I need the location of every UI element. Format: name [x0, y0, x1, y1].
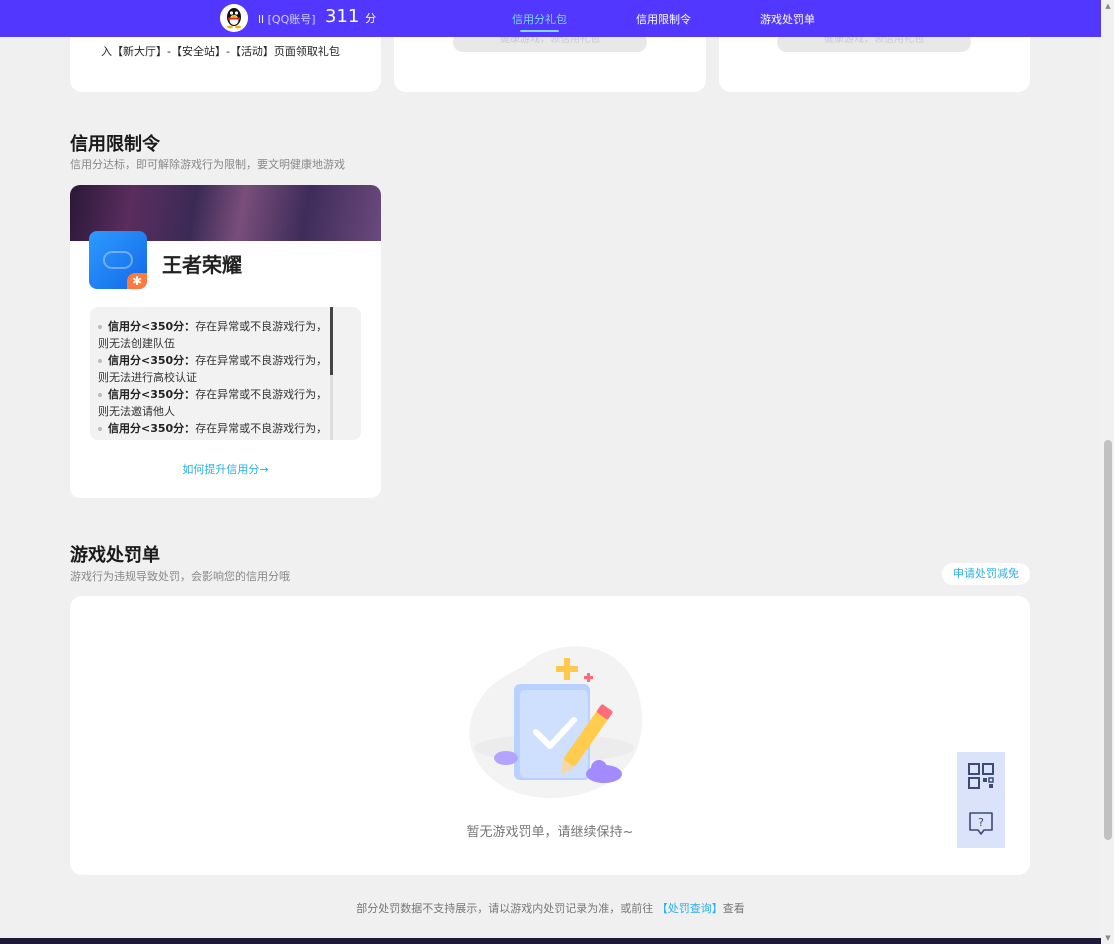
- penalty-section-title: 游戏处罚单: [70, 545, 160, 566]
- penalty-query-link[interactable]: 【处罚查询】: [657, 902, 723, 915]
- restriction-rules-list[interactable]: 信用分<350分：存在异常或不良游戏行为，则无法创建队伍 信用分<350分：存在…: [90, 307, 361, 440]
- appeal-button[interactable]: 申请处罚减免: [942, 563, 1030, 585]
- rules-scroll-thumb[interactable]: [330, 307, 333, 375]
- scroll-down-arrow-icon[interactable]: ▼: [1104, 934, 1112, 942]
- restriction-section-title: 信用限制令: [70, 134, 160, 155]
- rule-item: 信用分<350分：存在异常或不良游戏行为，: [98, 420, 330, 437]
- page-scrollbar-thumb[interactable]: [1104, 440, 1112, 840]
- top-nav-bar: ll [QQ账号] 311 分 信用分礼包 信用限制令 游戏处罚单: [0, 0, 1101, 37]
- nav-tab-restriction[interactable]: 信用限制令: [636, 11, 691, 27]
- credit-score: 311 分: [325, 6, 377, 27]
- game-name: 王者荣耀: [162, 253, 242, 277]
- rule-item: 信用分<350分：存在异常或不良游戏行为，则无法进行高校认证: [98, 354, 328, 384]
- penalty-list-panel: 暂无游戏罚单，请继续保持~: [70, 596, 1030, 875]
- qr-code-button[interactable]: [957, 752, 1005, 800]
- help-chat-icon: ?: [969, 812, 993, 835]
- footer-note: 部分处罚数据不支持展示，请以游戏内处罚记录为准，或前往 【处罚查询】查看: [356, 902, 745, 915]
- svg-text:?: ?: [978, 816, 984, 829]
- nav-tab-credit-gift[interactable]: 信用分礼包: [512, 11, 567, 32]
- page-scrollbar[interactable]: ▲ ▼: [1101, 0, 1114, 944]
- how-to-improve-link[interactable]: 如何提升信用分→: [70, 461, 381, 477]
- penalty-section-subtitle: 游戏行为违规导致处罚，会影响您的信用分哦: [70, 570, 290, 583]
- qr-code-icon: [968, 763, 994, 789]
- help-feedback-button[interactable]: ?: [957, 800, 1005, 848]
- restriction-section-subtitle: 信用分达标，即可解除游戏行为限制，要文明健康地游戏: [70, 158, 345, 171]
- page-footer-strip: [0, 938, 1101, 944]
- gift-card-1-text: 入【新大厅】-【安全站】-【活动】页面领取礼包: [101, 45, 340, 58]
- empty-state-text: 暂无游戏罚单，请继续保持~: [466, 825, 634, 840]
- avatar[interactable]: [220, 4, 248, 32]
- honor-of-kings-icon: ✱: [89, 231, 147, 289]
- rule-item: 信用分<350分：存在异常或不良游戏行为，则无法邀请他人: [98, 388, 328, 418]
- empty-state-illustration: [469, 646, 643, 799]
- qq-penguin-icon: [220, 4, 248, 32]
- account-label: ll [QQ账号]: [258, 13, 316, 26]
- game-restriction-card: ✱ 王者荣耀 信用分<350分：存在异常或不良游戏行为，则无法创建队伍 信用分<…: [70, 185, 381, 498]
- nav-tab-penalty[interactable]: 游戏处罚单: [760, 11, 815, 27]
- rule-item: 信用分<350分：存在异常或不良游戏行为，则无法创建队伍: [98, 320, 328, 350]
- scroll-up-arrow-icon[interactable]: ▲: [1104, 2, 1112, 10]
